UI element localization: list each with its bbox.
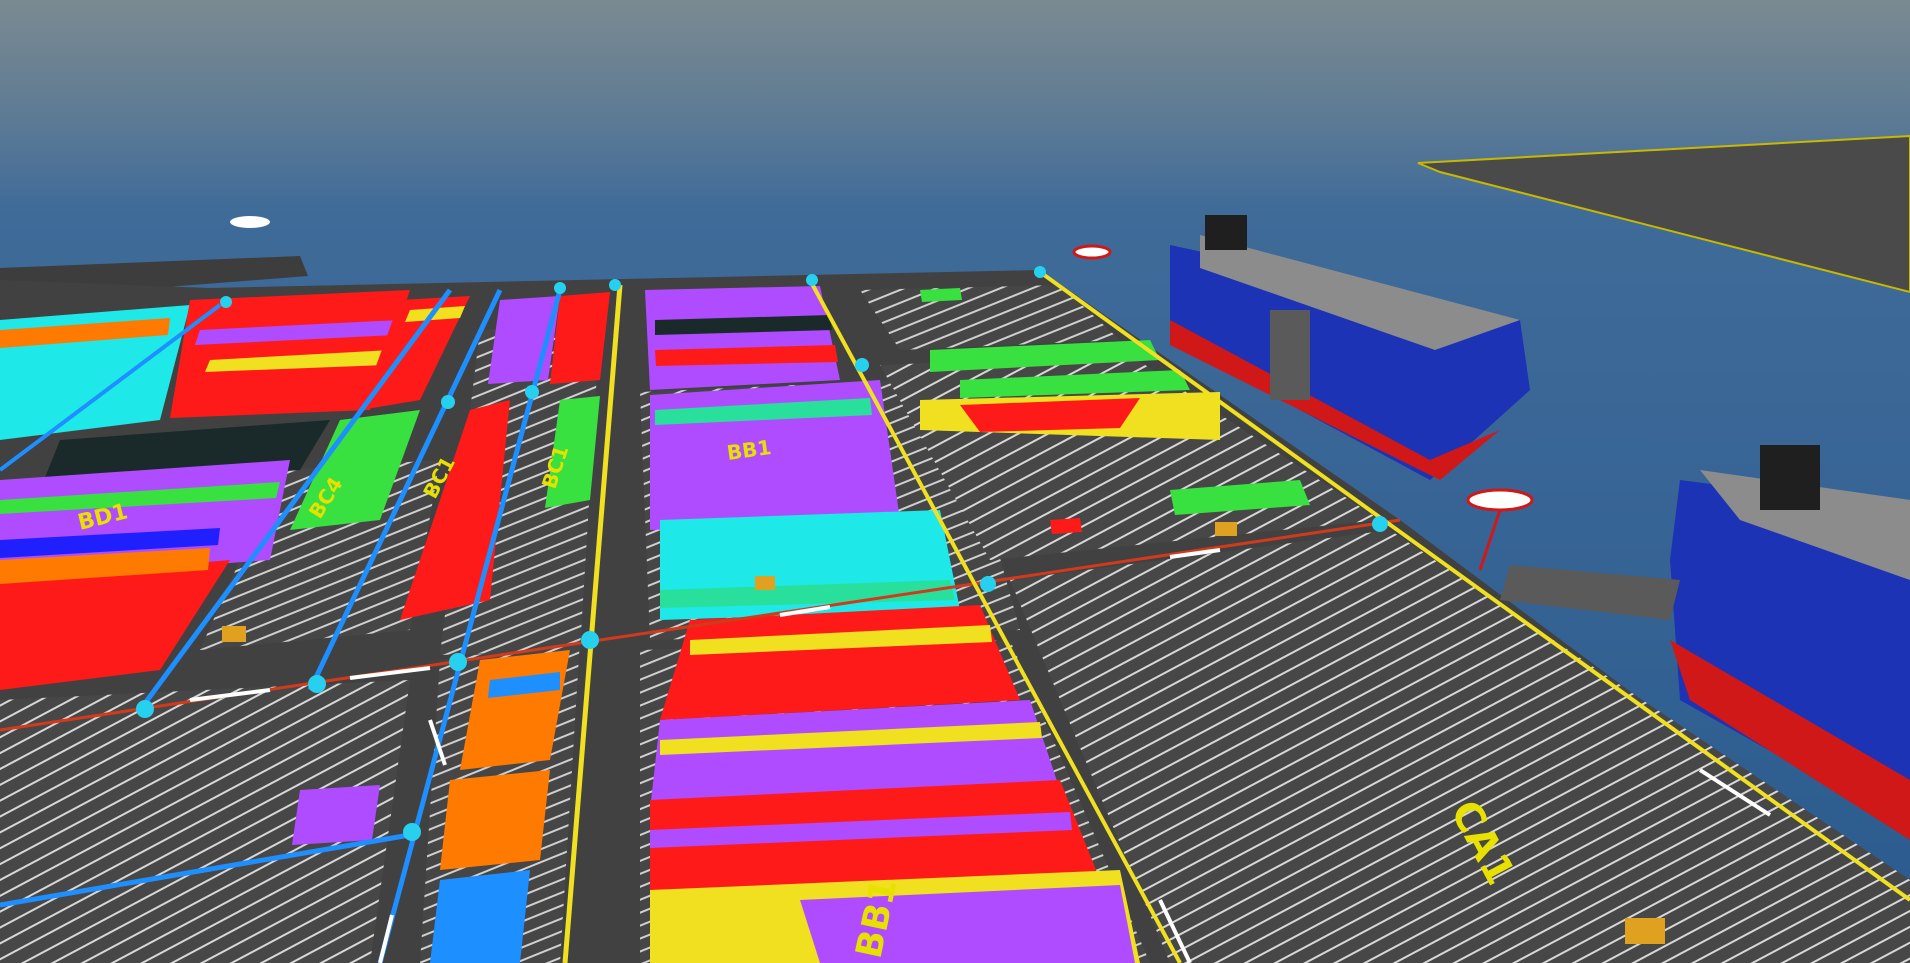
- port-3d-viewport[interactable]: BD1 BC4 BC1 BC1 BB1 CA1 BB1: [0, 0, 1910, 963]
